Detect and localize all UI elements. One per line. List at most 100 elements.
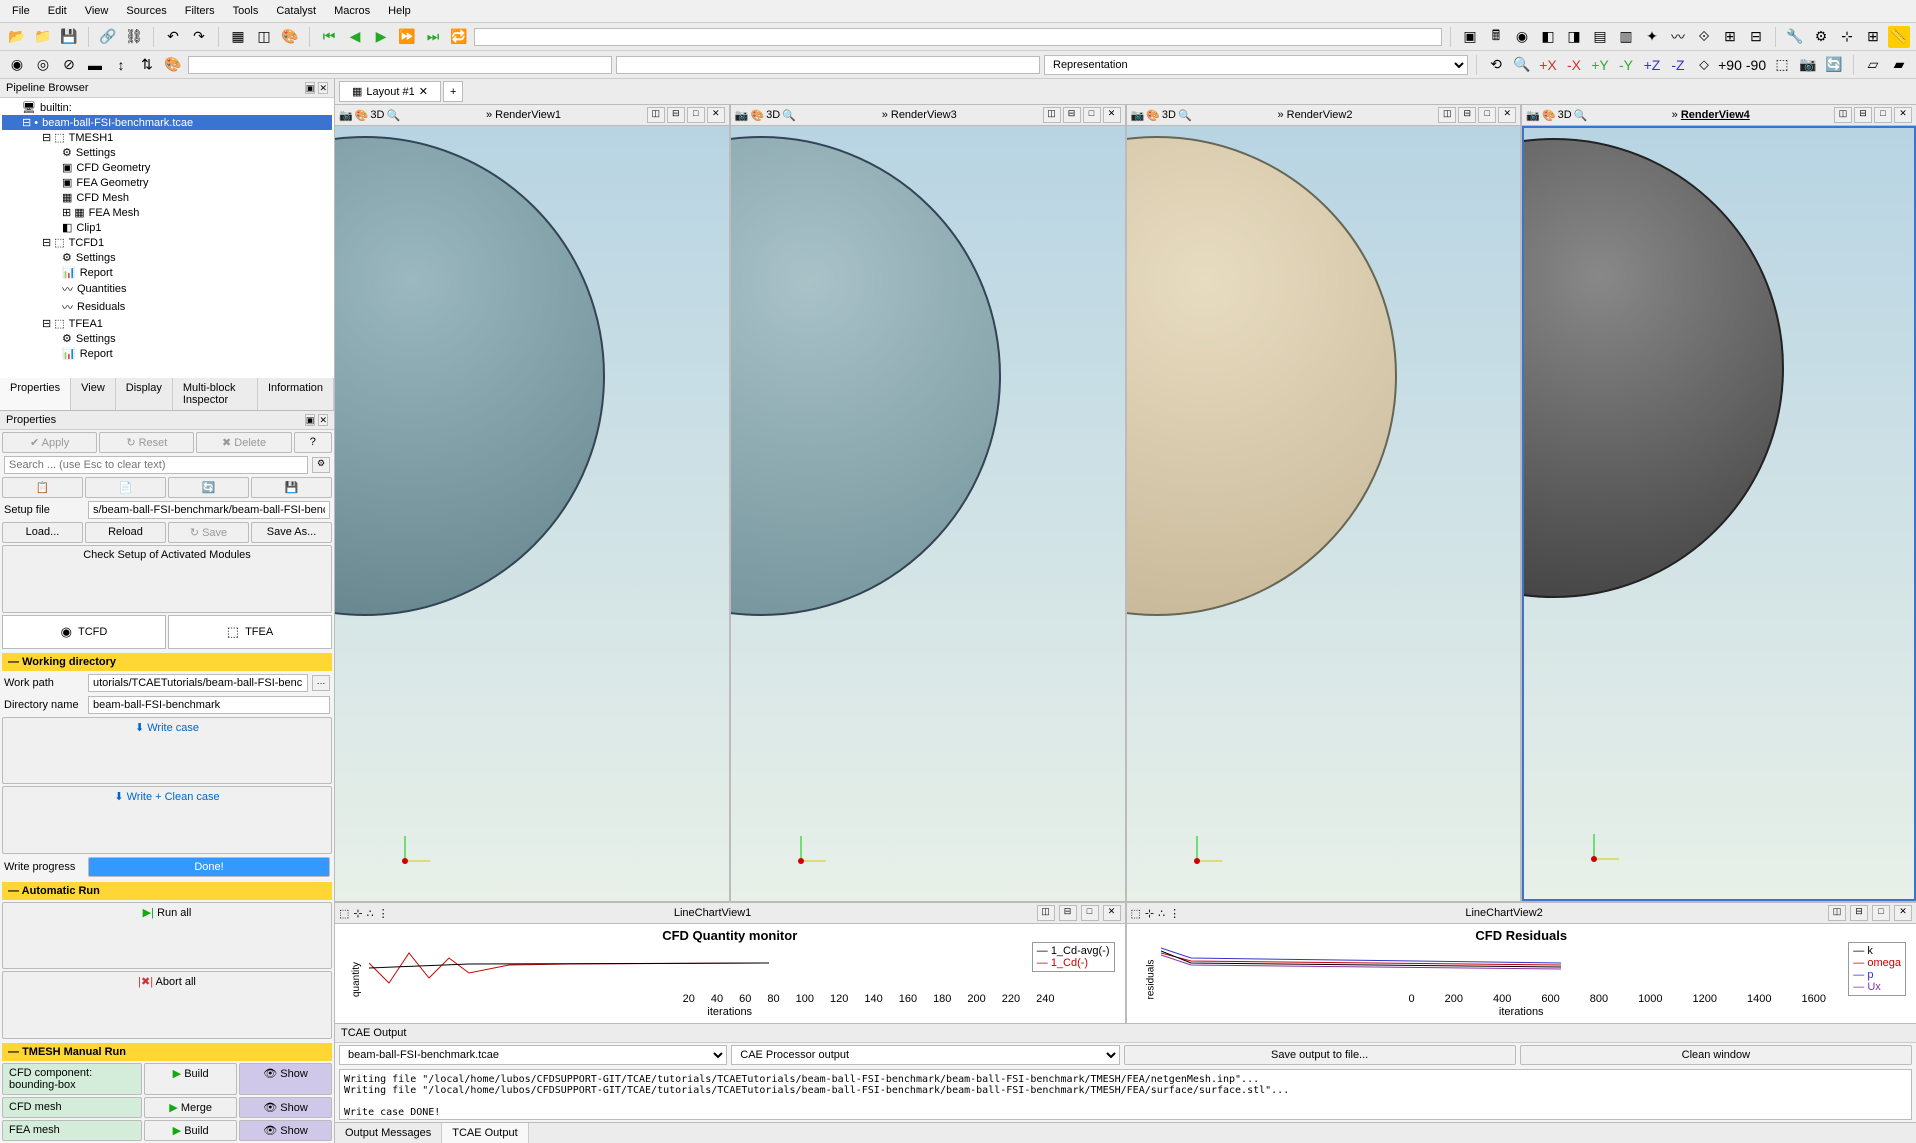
- palette-icon[interactable]: 🎨: [1146, 109, 1160, 122]
- maximize-icon[interactable]: □: [1478, 107, 1496, 123]
- save-state-button[interactable]: 💾: [251, 477, 332, 498]
- build-button[interactable]: ▶ Build: [144, 1120, 237, 1141]
- capture-icon[interactable]: 📷: [1797, 54, 1819, 76]
- close-view-icon[interactable]: ✕: [1894, 107, 1912, 123]
- chart-toolbar-icon[interactable]: ⬚: [1131, 907, 1141, 920]
- tcfd-module-button[interactable]: ◉ TCFD: [2, 615, 166, 649]
- y-plus-icon[interactable]: +Y: [1589, 54, 1611, 76]
- show-button[interactable]: 👁 Show: [239, 1063, 332, 1095]
- tab-multiblock[interactable]: Multi-block Inspector: [173, 378, 258, 410]
- save-icon[interactable]: 💾: [58, 26, 80, 48]
- split-h-icon[interactable]: ◫: [1438, 107, 1456, 123]
- maximize-icon[interactable]: □: [1874, 107, 1892, 123]
- edge-icon[interactable]: ▱: [1862, 54, 1884, 76]
- advanced-toggle-icon[interactable]: ⚙: [312, 457, 330, 473]
- tree-selected[interactable]: ⊟ • beam-ball-FSI-benchmark.tcae: [2, 115, 332, 130]
- split-v-icon[interactable]: ⊟: [1854, 107, 1872, 123]
- maximize-icon[interactable]: □: [1081, 905, 1099, 921]
- close-panel-icon[interactable]: ✕: [318, 82, 328, 94]
- tool-icon[interactable]: 🔧: [1784, 26, 1806, 48]
- extract-icon[interactable]: ◫: [253, 26, 275, 48]
- load-button[interactable]: Load...: [2, 522, 83, 543]
- palette-icon[interactable]: 🎨: [750, 109, 764, 122]
- viewport[interactable]: [731, 126, 1125, 901]
- play-icon[interactable]: ▶: [370, 26, 392, 48]
- rotate-p90-icon[interactable]: +90: [1719, 54, 1741, 76]
- palette-icon[interactable]: 🎨: [355, 109, 369, 122]
- chart-toolbar-icon[interactable]: ⊹: [353, 907, 362, 920]
- maximize-icon[interactable]: □: [1872, 905, 1890, 921]
- prev-frame-icon[interactable]: ◀: [344, 26, 366, 48]
- reload-setup-button[interactable]: Reload: [85, 522, 166, 543]
- disconnect-icon[interactable]: ⛓: [123, 26, 145, 48]
- tab-output-messages[interactable]: Output Messages: [335, 1123, 442, 1143]
- show-button[interactable]: 👁 Show: [239, 1097, 332, 1118]
- apply-button[interactable]: ✔ Apply: [2, 432, 97, 453]
- tree-leaf[interactable]: 〰 Quantities: [2, 280, 332, 298]
- chart-toolbar-icon[interactable]: ⬚: [339, 907, 349, 920]
- menu-tools[interactable]: Tools: [225, 2, 267, 20]
- menu-macros[interactable]: Macros: [326, 2, 378, 20]
- palette-icon[interactable]: 🎨: [1542, 109, 1556, 122]
- output-file-select[interactable]: beam-ball-FSI-benchmark.tcae: [339, 1045, 727, 1065]
- stream-icon[interactable]: 〰: [1667, 26, 1689, 48]
- zoom-icon[interactable]: 🔍: [782, 109, 796, 122]
- split-h-icon[interactable]: ◫: [647, 107, 665, 123]
- hide-icon[interactable]: ⊘: [58, 54, 80, 76]
- tree-leaf[interactable]: 📊 Report: [2, 346, 332, 361]
- tree-leaf[interactable]: ⊞ ▦ FEA Mesh: [2, 205, 332, 220]
- folder-icon[interactable]: 📁: [32, 26, 54, 48]
- glyph-icon[interactable]: ✦: [1641, 26, 1663, 48]
- undo-icon[interactable]: ↶: [162, 26, 184, 48]
- split-v-icon[interactable]: ⊟: [1458, 107, 1476, 123]
- menu-catalyst[interactable]: Catalyst: [268, 2, 324, 20]
- browse-icon[interactable]: …: [312, 675, 330, 691]
- maximize-icon[interactable]: □: [1083, 107, 1101, 123]
- close-view-icon[interactable]: ✕: [1103, 107, 1121, 123]
- extract-selection-icon[interactable]: ▥: [1615, 26, 1637, 48]
- representation-select[interactable]: Representation: [1044, 55, 1468, 75]
- contour-icon[interactable]: ◉: [1511, 26, 1533, 48]
- tab-properties[interactable]: Properties: [0, 378, 71, 410]
- tab-display[interactable]: Display: [116, 378, 173, 410]
- split-v-icon[interactable]: ⊟: [1059, 905, 1077, 921]
- viewport[interactable]: [335, 126, 729, 901]
- tree-leaf[interactable]: 📊 Report: [2, 265, 332, 280]
- filter-icon[interactable]: ▦: [227, 26, 249, 48]
- close-view-icon[interactable]: ✕: [1894, 905, 1912, 921]
- chart-toolbar-icon[interactable]: ∴: [1158, 907, 1165, 920]
- tfea-module-button[interactable]: ⬚ TFEA: [168, 615, 332, 649]
- menu-help[interactable]: Help: [380, 2, 419, 20]
- screenshot-icon[interactable]: 📷: [339, 109, 353, 122]
- chart-area[interactable]: CFD Quantity monitor quantity iterations…: [335, 924, 1125, 1023]
- split-v-icon[interactable]: ⊟: [1063, 107, 1081, 123]
- check-setup-button[interactable]: Check Setup of Activated Modules: [2, 545, 332, 613]
- output-text[interactable]: Writing file "/local/home/lubos/CFDSUPPO…: [339, 1069, 1912, 1120]
- tree-leaf[interactable]: ⚙ Settings: [2, 331, 332, 346]
- edit-colormap-icon[interactable]: 🎨: [162, 54, 184, 76]
- last-frame-icon[interactable]: ⏭: [422, 26, 444, 48]
- split-v-icon[interactable]: ⊟: [667, 107, 685, 123]
- zoom-icon[interactable]: 🔍: [1178, 109, 1192, 122]
- calc-icon[interactable]: 🖩: [1485, 26, 1507, 48]
- maximize-icon[interactable]: □: [687, 107, 705, 123]
- menu-edit[interactable]: Edit: [40, 2, 75, 20]
- zoom-box-icon[interactable]: ⬚: [1771, 54, 1793, 76]
- write-clean-button[interactable]: ⬇ Write + Clean case: [2, 786, 332, 854]
- chart-toolbar-icon[interactable]: ⋮: [1169, 907, 1180, 920]
- warp-icon[interactable]: ⟐: [1693, 26, 1715, 48]
- tree-leaf[interactable]: ▦ CFD Mesh: [2, 190, 332, 205]
- delete-button[interactable]: ✖ Delete: [196, 432, 291, 453]
- open-icon[interactable]: 📂: [6, 26, 28, 48]
- reset-button[interactable]: ↻ Reset: [99, 432, 194, 453]
- abortall-button[interactable]: |✖| Abort all: [2, 971, 332, 1039]
- menu-view[interactable]: View: [77, 2, 117, 20]
- tree-node-tmesh1[interactable]: ⊟ ⬚ TMESH1: [2, 130, 332, 145]
- rotate-m90-icon[interactable]: -90: [1745, 54, 1767, 76]
- reset-camera-icon[interactable]: ⟲: [1485, 54, 1507, 76]
- show-button[interactable]: 👁 Show: [239, 1120, 332, 1141]
- component-select[interactable]: [616, 56, 1040, 74]
- next-frame-icon[interactable]: ⏩: [396, 26, 418, 48]
- save-output-button[interactable]: Save output to file...: [1124, 1045, 1516, 1065]
- menu-file[interactable]: File: [4, 2, 38, 20]
